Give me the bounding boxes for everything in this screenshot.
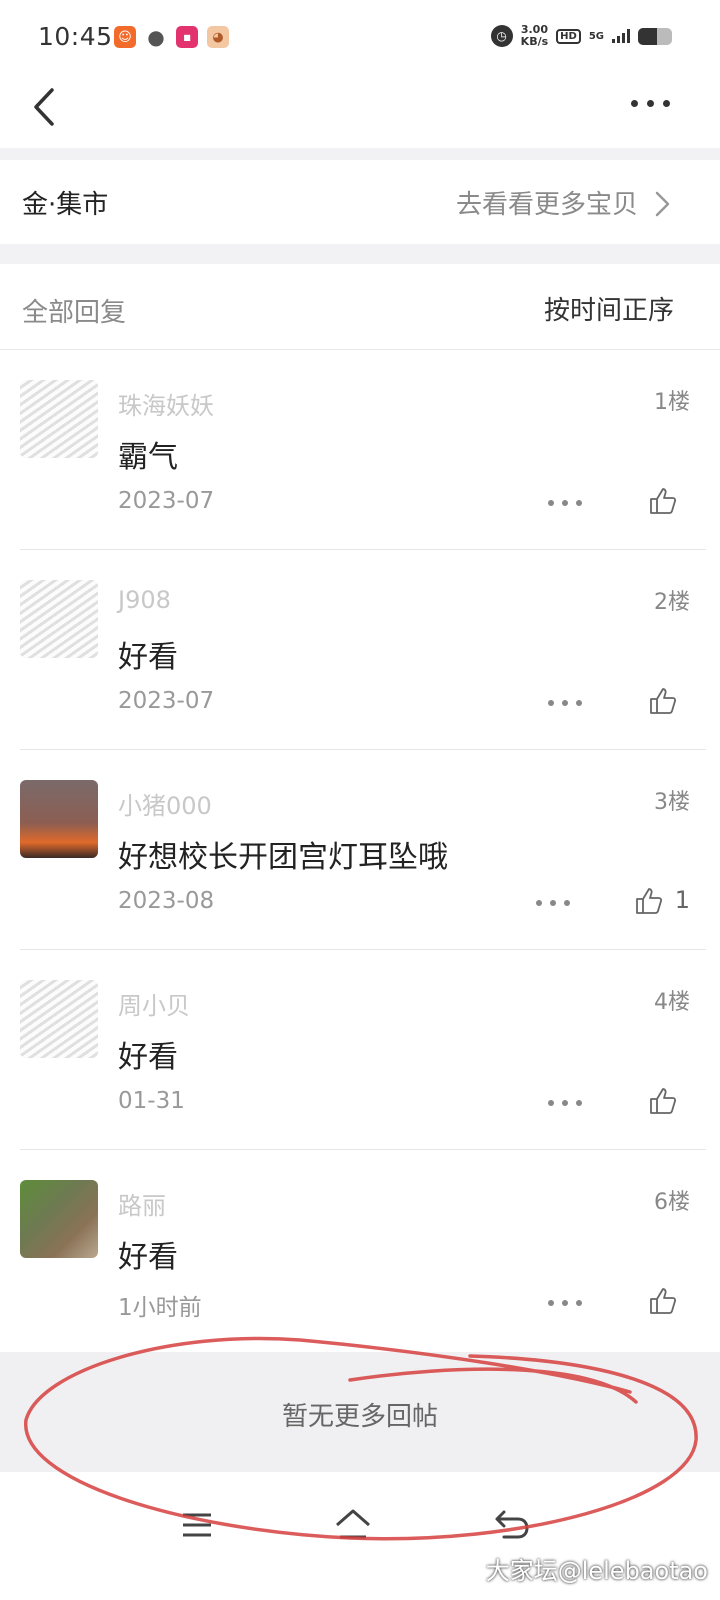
divider <box>0 244 720 264</box>
no-more-replies-label: 暂无更多回帖 <box>281 1402 438 1432</box>
reply-date: 2023-07 <box>118 488 215 514</box>
reply-nickname[interactable]: 周小贝 <box>118 986 190 1021</box>
chat-bubble-icon: ● <box>147 25 165 49</box>
avatar[interactable] <box>20 1180 98 1258</box>
all-replies-label: 全部回复 <box>22 298 127 328</box>
reply-nickname[interactable]: J908 <box>118 586 171 614</box>
end-of-list-bar: 暂无更多回帖 <box>0 1352 720 1472</box>
reply-nickname[interactable]: 珠海妖妖 <box>118 386 214 421</box>
reply-date: 2023-08 <box>118 888 215 914</box>
avatar[interactable] <box>20 580 98 658</box>
mascot-app-icon: ◕ <box>207 26 229 48</box>
floor-label: 6楼 <box>654 1190 690 1215</box>
reply-content: 好看 <box>118 640 178 675</box>
chevron-left-icon[interactable] <box>28 84 64 130</box>
avatar[interactable] <box>20 780 98 858</box>
floor-label: 4楼 <box>654 990 690 1015</box>
reply-nickname[interactable]: 小猪000 <box>118 786 212 821</box>
chevron-right-icon <box>655 191 670 217</box>
shop-app-icon: ■ <box>176 26 198 48</box>
notification-icons: ☺ ● ■ ◕ <box>114 25 229 49</box>
app-notification-icon: ☺ <box>114 26 136 48</box>
more-items-link[interactable]: 去看看更多宝贝 <box>456 184 638 221</box>
reply-date: 2023-07 <box>118 688 215 714</box>
divider <box>0 148 720 160</box>
network-type: 5G <box>588 30 604 42</box>
thumbs-up-icon[interactable] <box>648 486 678 516</box>
avatar[interactable] <box>20 380 98 458</box>
reply-item: J908 2楼 好看 2023-07 <box>0 550 720 750</box>
alarm-icon: ◷ <box>490 25 513 47</box>
thumbs-up-icon[interactable] <box>648 686 678 716</box>
floor-label: 1楼 <box>654 390 690 415</box>
thumbs-up-icon[interactable] <box>634 886 664 916</box>
top-nav <box>0 72 720 148</box>
reply-more-icon[interactable] <box>548 700 582 706</box>
reply-item: 小猪000 3楼 好想校长开团宫灯耳坠哦 2023-08 1 <box>0 750 720 950</box>
watermark: 大家坛@lelebaotao <box>485 1557 708 1585</box>
reply-more-icon[interactable] <box>548 500 582 506</box>
more-horizontal-icon[interactable] <box>631 100 670 107</box>
hd-badge: HD <box>556 28 581 44</box>
reply-more-icon[interactable] <box>548 1300 582 1306</box>
sort-order-button[interactable]: 按时间正序 <box>544 290 674 327</box>
market-title: 金·集市 <box>22 190 109 220</box>
reply-more-icon[interactable] <box>536 900 570 906</box>
like-count: 1 <box>674 886 690 914</box>
battery-fill <box>638 27 657 45</box>
network-speed: 3.00 KB/s <box>521 24 548 48</box>
reply-content: 好看 <box>118 1240 178 1275</box>
thumbs-up-icon[interactable] <box>648 1086 678 1116</box>
floor-label: 2楼 <box>654 590 690 615</box>
reply-nickname[interactable]: 路丽 <box>118 1186 166 1221</box>
reply-filter-row: 全部回复 按时间正序 <box>0 264 720 350</box>
floor-label: 3楼 <box>654 790 690 815</box>
reply-more-icon[interactable] <box>548 1100 582 1106</box>
status-time: 10:45 <box>38 22 113 51</box>
thumbs-up-icon[interactable] <box>648 1286 678 1316</box>
reply-content: 霸气 <box>118 440 178 475</box>
menu-icon[interactable] <box>182 1512 212 1538</box>
reply-content: 好看 <box>118 1040 178 1075</box>
network-speed-unit: KB/s <box>520 35 549 48</box>
reply-item: 周小贝 4楼 好看 01-31 <box>0 950 720 1150</box>
market-row[interactable]: 金·集市 去看看更多宝贝 <box>0 160 720 244</box>
reply-date: 01-31 <box>118 1088 185 1114</box>
system-nav-bar: 大家坛@lelebaotao <box>0 1472 720 1600</box>
avatar[interactable] <box>20 980 98 1058</box>
back-arrow-icon[interactable] <box>494 1508 530 1540</box>
reply-item: 路丽 6楼 好看 1小时前 <box>0 1150 720 1350</box>
reply-date: 1小时前 <box>118 1295 202 1321</box>
home-icon[interactable] <box>334 1508 372 1540</box>
reply-content: 好想校长开团宫灯耳坠哦 <box>118 840 448 875</box>
signal-icon <box>612 29 630 43</box>
reply-item: 珠海妖妖 1楼 霸气 2023-07 <box>0 350 720 550</box>
battery-icon <box>638 27 672 45</box>
status-right: ◷ 3.00 KB/s HD 5G <box>490 24 672 48</box>
status-bar: 10:45 ☺ ● ■ ◕ ◷ 3.00 KB/s HD 5G <box>0 0 720 72</box>
